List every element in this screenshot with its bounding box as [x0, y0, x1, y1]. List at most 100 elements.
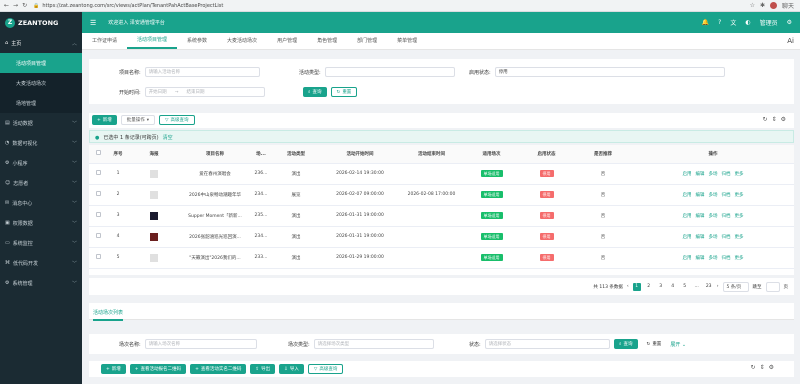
- realname-qrcode-button[interactable]: + 查看活动实名二维码: [190, 364, 247, 374]
- row-checkbox[interactable]: [89, 226, 107, 248]
- prev-page-icon[interactable]: ‹: [627, 284, 629, 289]
- enable-link[interactable]: 启用: [683, 172, 692, 177]
- row-checkbox[interactable]: [89, 205, 107, 227]
- search-button[interactable]: ⌕ 查询: [303, 87, 327, 97]
- forward-icon[interactable]: →: [13, 2, 18, 9]
- enable-link[interactable]: 启用: [683, 193, 692, 198]
- sidebar-item-visual[interactable]: ◔ 数据可视化 ﹀: [0, 133, 82, 153]
- tab-users[interactable]: 用户管理: [267, 32, 307, 49]
- more-link[interactable]: 更多: [735, 256, 744, 261]
- table-row[interactable]: 4 2026张韶涵巡光巡回演... 234... 演出 2026-01-31 19:00…: [89, 226, 794, 248]
- clear-link[interactable]: 清空: [163, 134, 173, 141]
- table-row[interactable]: 1 爱在春州演唱会 236... 演出 2026-02-14 19:30:00 单场适用 停…: [89, 163, 794, 185]
- settings-icon[interactable]: ⚙: [787, 19, 792, 26]
- page-number[interactable]: 23: [705, 283, 713, 291]
- menu-toggle-icon[interactable]: ☰: [90, 19, 96, 27]
- poster-thumbnail[interactable]: [129, 205, 179, 227]
- reload-icon[interactable]: ↻: [22, 2, 27, 9]
- enable-link[interactable]: 启用: [683, 256, 692, 261]
- more-link[interactable]: 更多: [735, 193, 744, 198]
- table-row[interactable]: 2 2026中山泉畅动潮趣年华 234... 展览 2026-02-07 09:00:0…: [89, 184, 794, 206]
- multi-session-link[interactable]: 多场: [709, 172, 718, 177]
- project-name-input[interactable]: 请输入活动名称: [144, 67, 260, 77]
- tab-depts[interactable]: 部门管理: [347, 32, 387, 49]
- page-number[interactable]: 3: [657, 283, 665, 291]
- activity-type-select[interactable]: [324, 67, 455, 77]
- sidebar-item-miniapp[interactable]: ⚙ 小程序 ﹀: [0, 153, 82, 173]
- column-height-icon[interactable]: ⇕: [772, 116, 777, 123]
- column-height-icon[interactable]: ⇕: [760, 364, 765, 371]
- expand-link[interactable]: 展开 ⌄: [670, 341, 686, 348]
- advanced-search-button[interactable]: ▽ 高级查询: [159, 115, 195, 125]
- more-link[interactable]: 更多: [735, 235, 744, 240]
- edit-link[interactable]: 编辑: [696, 214, 705, 219]
- poster-thumbnail[interactable]: [129, 226, 179, 248]
- import-button[interactable]: ⇩ 导入: [279, 364, 304, 374]
- chat-label[interactable]: 聊天: [782, 1, 794, 10]
- export-button[interactable]: ⇪ 导出: [250, 364, 276, 374]
- session-search-button[interactable]: ⌕ 查询: [614, 339, 638, 349]
- poster-thumbnail[interactable]: [129, 247, 179, 269]
- session-name-input[interactable]: 请输入场次名称: [144, 339, 257, 349]
- next-page-icon[interactable]: ›: [717, 284, 719, 289]
- profile-avatar[interactable]: [769, 2, 777, 9]
- archive-link[interactable]: 归档: [722, 214, 731, 219]
- archive-link[interactable]: 归档: [722, 235, 731, 240]
- row-checkbox[interactable]: [89, 163, 107, 185]
- ai-icon[interactable]: Ai: [787, 37, 800, 45]
- more-link[interactable]: 更多: [735, 172, 744, 177]
- batch-button[interactable]: 批量操作 ▾: [120, 115, 156, 125]
- multi-session-link[interactable]: 多场: [709, 256, 718, 261]
- refresh-icon[interactable]: ↻: [763, 116, 768, 123]
- sidebar-subitem-venue[interactable]: 场地管理: [0, 93, 82, 113]
- page-number[interactable]: 1: [632, 282, 641, 291]
- sidebar-item-home[interactable]: ⌂ 主页 ︿: [0, 33, 82, 53]
- status-select[interactable]: 停用: [494, 67, 725, 77]
- sidebar-subitem-session[interactable]: 大麦活动场次: [0, 73, 82, 93]
- settings-icon[interactable]: ⚙: [769, 364, 774, 371]
- edit-link[interactable]: 编辑: [696, 193, 705, 198]
- enable-link[interactable]: 启用: [683, 214, 692, 219]
- row-checkbox[interactable]: [89, 184, 107, 206]
- signup-qrcode-button[interactable]: + 查看活动报名二维码: [129, 364, 187, 374]
- enable-link[interactable]: 启用: [683, 235, 692, 240]
- table-row[interactable]: 3 Supper Moment「新新... 235... 演出 2026-01-31 1…: [89, 205, 794, 227]
- tab-sys-params[interactable]: 系统参数: [177, 32, 217, 49]
- reset-button[interactable]: ↻ 重置: [330, 87, 358, 97]
- add-button[interactable]: + 新增: [92, 115, 117, 125]
- session-advanced-button[interactable]: ▽ 高级查询: [307, 364, 344, 374]
- theme-icon[interactable]: ◐: [745, 19, 750, 26]
- sidebar-item-volunteer[interactable]: ☺ 志愿者 ﹀: [0, 173, 82, 193]
- session-status-select[interactable]: 请选择状态: [484, 339, 610, 349]
- sidebar-item-monitor[interactable]: ▭ 系统监控 ﹀: [0, 233, 82, 253]
- tab-roles[interactable]: 角色管理: [307, 32, 347, 49]
- edit-link[interactable]: 编辑: [696, 235, 705, 240]
- archive-link[interactable]: 归档: [722, 193, 731, 198]
- select-all-checkbox[interactable]: [89, 145, 107, 164]
- section-title[interactable]: 活动场次列表: [93, 309, 124, 321]
- sidebar-item-permission[interactable]: ▣ 权限数据 ﹀: [0, 213, 82, 233]
- refresh-icon[interactable]: ↻: [751, 364, 756, 371]
- settings-icon[interactable]: ⚙: [781, 116, 786, 123]
- translate-icon[interactable]: 文: [730, 18, 736, 27]
- poster-thumbnail[interactable]: [129, 184, 179, 206]
- tab-menus[interactable]: 菜单管理: [387, 32, 427, 49]
- page-jump-input[interactable]: [765, 281, 780, 292]
- archive-link[interactable]: 归档: [722, 172, 731, 177]
- multi-session-link[interactable]: 多场: [709, 193, 718, 198]
- poster-thumbnail[interactable]: [129, 163, 179, 185]
- multi-session-link[interactable]: 多场: [709, 235, 718, 240]
- tab-work-permit[interactable]: 工作证申请: [82, 32, 127, 49]
- session-type-select[interactable]: 请选择场次类型: [313, 339, 434, 349]
- page-number[interactable]: 5: [681, 283, 689, 291]
- page-size-select[interactable]: 5 条/页: [722, 281, 749, 292]
- session-reset-button[interactable]: ↻ 重置: [642, 339, 667, 349]
- address-bar[interactable]: 🔒 https://zat.zeantong.com/src/views/act…: [33, 1, 749, 10]
- tab-project[interactable]: 活动项目管理: [127, 32, 178, 49]
- bell-icon[interactable]: 🔔: [702, 19, 709, 26]
- page-ellipsis[interactable]: ...: [693, 283, 701, 291]
- date-range-input[interactable]: 开始日期 → 结束日期: [144, 87, 265, 97]
- star-icon[interactable]: ☆: [750, 2, 755, 9]
- edit-link[interactable]: 编辑: [696, 172, 705, 177]
- sidebar-item-lowcode[interactable]: ⌘ 低代码开发 ﹀: [0, 253, 82, 273]
